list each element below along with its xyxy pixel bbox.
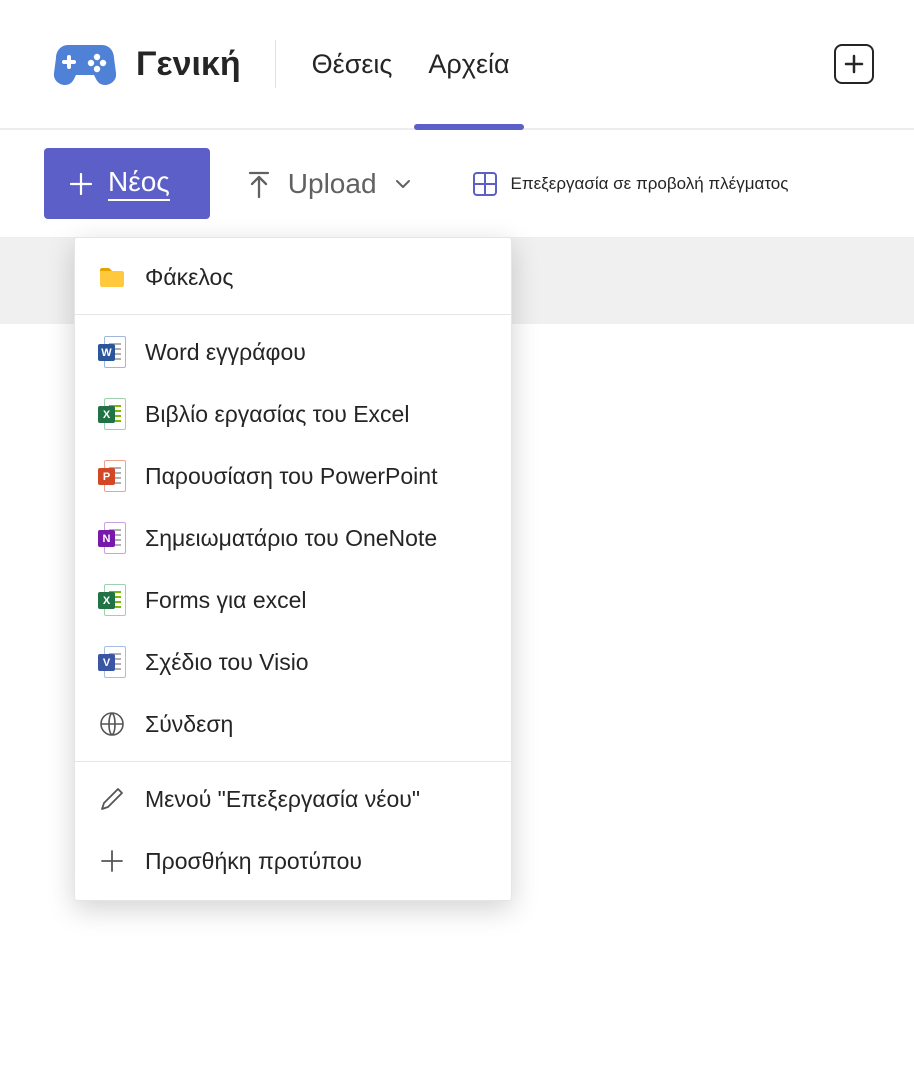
gamepad-icon <box>53 43 117 85</box>
menu-item-word[interactable]: W Word εγγράφου <box>75 321 511 383</box>
menu-item-label: Σχέδιο του Visio <box>145 649 309 676</box>
menu-item-forms-excel[interactable]: X Forms για excel <box>75 569 511 631</box>
plus-icon <box>68 171 94 197</box>
menu-item-edit-new-menu[interactable]: Μενού "Επεξεργασία νέου" <box>75 768 511 830</box>
command-bar: Νέος Upload Επεξεργασία σε προβολή πλέγμ… <box>0 130 914 238</box>
grid-icon <box>471 170 499 198</box>
edit-icon <box>97 784 127 814</box>
menu-item-excel[interactable]: X Βιβλίο εργασίας του Excel <box>75 383 511 445</box>
visio-icon: V <box>97 647 127 677</box>
menu-item-label: Σημειωματάριο του OneNote <box>145 525 437 552</box>
upload-button-label: Upload <box>288 168 377 200</box>
chevron-down-icon <box>393 174 413 194</box>
new-button-label: Νέος <box>108 166 170 201</box>
menu-item-powerpoint[interactable]: P Παρουσίαση του PowerPoint <box>75 445 511 507</box>
excel-icon: X <box>97 399 127 429</box>
divider <box>275 40 276 88</box>
menu-item-visio[interactable]: V Σχέδιο του Visio <box>75 631 511 693</box>
add-icon <box>97 846 127 876</box>
folder-icon <box>97 262 127 292</box>
channel-title: Γενική <box>136 45 259 84</box>
edit-in-grid-view-button[interactable]: Επεξεργασία σε προβολή πλέγματος <box>471 170 789 198</box>
menu-item-onenote[interactable]: N Σημειωματάριο του OneNote <box>75 507 511 569</box>
menu-item-label: Forms για excel <box>145 587 307 614</box>
menu-item-label: Σύνδεση <box>145 711 233 738</box>
menu-separator <box>75 761 511 762</box>
word-icon: W <box>97 337 127 367</box>
tabs: Θέσεις Αρχεία <box>306 0 516 128</box>
menu-item-label: Παρουσίαση του PowerPoint <box>145 463 437 490</box>
menu-item-label: Μενού "Επεξεργασία νέου" <box>145 786 420 813</box>
menu-item-link[interactable]: Σύνδεση <box>75 693 511 755</box>
upload-icon <box>246 169 272 199</box>
menu-item-label: Βιβλίο εργασίας του Excel <box>145 401 409 428</box>
new-dropdown-menu: Φάκελος W Word εγγράφου X Βιβλίο εργασία… <box>74 237 512 901</box>
tab-files[interactable]: Αρχεία <box>422 0 515 128</box>
channel-header: Γενική Θέσεις Αρχεία <box>0 0 914 130</box>
forms-excel-icon: X <box>97 585 127 615</box>
menu-item-label: Φάκελος <box>145 264 233 291</box>
menu-item-folder[interactable]: Φάκελος <box>75 246 511 308</box>
menu-item-label: Προσθήκη προτύπου <box>145 848 362 875</box>
add-tab-button[interactable] <box>834 44 874 84</box>
tab-posts[interactable]: Θέσεις <box>306 0 399 128</box>
edit-in-grid-view-label: Επεξεργασία σε προβολή πλέγματος <box>511 174 789 194</box>
plus-icon <box>843 53 865 75</box>
upload-button[interactable]: Upload <box>246 168 413 200</box>
powerpoint-icon: P <box>97 461 127 491</box>
menu-item-add-template[interactable]: Προσθήκη προτύπου <box>75 830 511 892</box>
link-icon <box>97 709 127 739</box>
onenote-icon: N <box>97 523 127 553</box>
content-area: Φάκελος W Word εγγράφου X Βιβλίο εργασία… <box>0 238 914 1092</box>
menu-item-label: Word εγγράφου <box>145 339 306 366</box>
new-button[interactable]: Νέος <box>44 148 210 219</box>
menu-separator <box>75 314 511 315</box>
team-avatar <box>50 29 120 99</box>
